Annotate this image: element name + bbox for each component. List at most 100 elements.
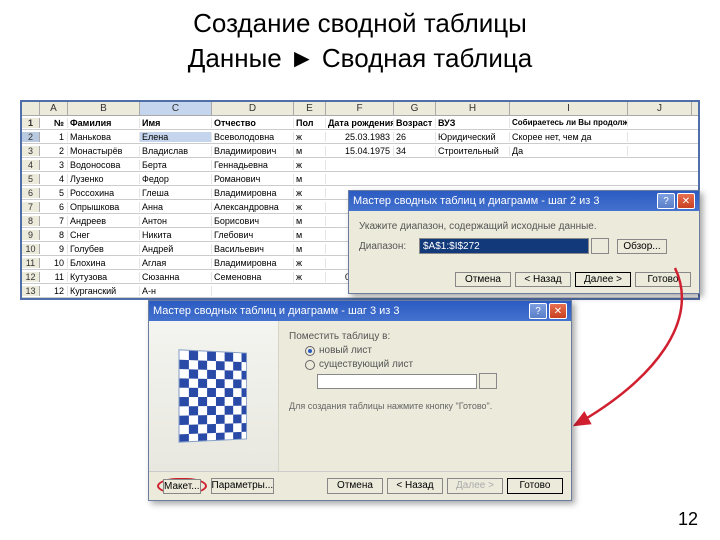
col-header-j[interactable]: J (628, 102, 692, 115)
cell[interactable]: Монастырёв (68, 146, 140, 156)
title-bar[interactable]: Мастер сводных таблиц и диаграмм - шаг 3… (149, 301, 571, 321)
finish-button[interactable]: Готово (635, 272, 691, 287)
row-number[interactable]: 6 (22, 188, 40, 198)
cell[interactable]: Романович (212, 174, 294, 184)
cell[interactable]: м (294, 216, 326, 226)
layout-button[interactable]: Макет... (163, 479, 201, 494)
title-bar[interactable]: Мастер сводных таблиц и диаграмм - шаг 2… (349, 191, 699, 211)
col-header-h[interactable]: H (436, 102, 510, 115)
cell[interactable]: Анна (140, 202, 212, 212)
cancel-button[interactable]: Отмена (327, 478, 383, 494)
row-number[interactable]: 7 (22, 202, 40, 212)
cell[interactable]: Всеволодовна (212, 132, 294, 142)
cell[interactable]: 8 (40, 230, 68, 240)
cell[interactable]: Манькова (68, 132, 140, 142)
next-button[interactable]: Далее > (575, 272, 631, 287)
cell[interactable]: ж (294, 132, 326, 142)
cell[interactable]: 1 (40, 132, 68, 142)
cell[interactable]: Снег (68, 230, 140, 240)
cell[interactable]: 6 (40, 202, 68, 212)
close-icon[interactable]: ✕ (549, 303, 567, 319)
cell[interactable]: Курганский (68, 286, 140, 296)
col-header-i[interactable]: I (510, 102, 628, 115)
col-header-c[interactable]: C (140, 102, 212, 115)
cell[interactable]: А-н (140, 286, 212, 296)
cell[interactable]: Сюзанна (140, 272, 212, 282)
row-number[interactable]: 12 (22, 272, 40, 282)
row-number[interactable]: 4 (22, 160, 40, 170)
cell[interactable]: Россохина (68, 188, 140, 198)
back-button[interactable]: < Назад (515, 272, 571, 287)
col-header-f[interactable]: F (326, 102, 394, 115)
cell[interactable]: Александровна (212, 202, 294, 212)
cell[interactable]: Андрей (140, 244, 212, 254)
cell[interactable]: Глебович (212, 230, 294, 240)
cell[interactable]: 3 (40, 160, 68, 170)
cell[interactable]: Борисович (212, 216, 294, 226)
cell[interactable]: 34 (394, 146, 436, 156)
cell[interactable]: Антон (140, 216, 212, 226)
col-header-g[interactable]: G (394, 102, 436, 115)
row-number[interactable]: 8 (22, 216, 40, 226)
cell[interactable]: 7 (40, 216, 68, 226)
cell[interactable]: Геннадьевна (212, 160, 294, 170)
cell[interactable]: Владимировна (212, 258, 294, 268)
cell[interactable]: Голубев (68, 244, 140, 254)
cell[interactable]: Строительный (436, 146, 510, 156)
range-selector-icon[interactable] (591, 238, 609, 254)
cell[interactable]: Никита (140, 230, 212, 240)
col-header-b[interactable]: B (68, 102, 140, 115)
range-input[interactable] (419, 238, 589, 254)
cell[interactable]: ж (294, 160, 326, 170)
cell[interactable]: Водоносова (68, 160, 140, 170)
cell[interactable]: Блохина (68, 258, 140, 268)
cell[interactable]: Владимирович (212, 146, 294, 156)
help-icon[interactable]: ? (529, 303, 547, 319)
cell[interactable]: Глеша (140, 188, 212, 198)
cell[interactable]: Скорее нет, чем да (510, 132, 628, 142)
cell[interactable]: Владимировна (212, 188, 294, 198)
cell[interactable]: Андреев (68, 216, 140, 226)
cell[interactable]: Елена (140, 132, 212, 142)
cell[interactable]: м (294, 146, 326, 156)
row-number[interactable]: 10 (22, 244, 40, 254)
cell[interactable]: 9 (40, 244, 68, 254)
cell[interactable]: ж (294, 202, 326, 212)
cell[interactable]: 11 (40, 272, 68, 282)
help-icon[interactable]: ? (657, 193, 675, 209)
row-number[interactable]: 1 (22, 118, 40, 128)
row-number[interactable]: 3 (22, 146, 40, 156)
cell[interactable]: 5 (40, 188, 68, 198)
cell[interactable]: Опрышкова (68, 202, 140, 212)
location-input[interactable] (317, 374, 477, 389)
radio-new-sheet[interactable]: новый лист (305, 345, 561, 356)
cell[interactable]: 2 (40, 146, 68, 156)
cell[interactable]: Кутузова (68, 272, 140, 282)
cell[interactable]: 15.04.1975 (326, 146, 394, 156)
cell[interactable]: 4 (40, 174, 68, 184)
cell[interactable]: Аглая (140, 258, 212, 268)
cell[interactable]: Лузенко (68, 174, 140, 184)
cell[interactable]: 26 (394, 132, 436, 142)
cell[interactable]: Юридический (436, 132, 510, 142)
cell[interactable]: Да (510, 146, 628, 156)
cell[interactable]: 12 (40, 286, 68, 296)
row-number[interactable]: 11 (22, 258, 40, 268)
select-all-corner[interactable] (22, 102, 40, 115)
cell[interactable]: Васильевич (212, 244, 294, 254)
close-icon[interactable]: ✕ (677, 193, 695, 209)
cell[interactable]: 10 (40, 258, 68, 268)
row-number[interactable]: 9 (22, 230, 40, 240)
finish-button[interactable]: Готово (507, 478, 563, 494)
back-button[interactable]: < Назад (387, 478, 443, 494)
cell[interactable]: Семеновна (212, 272, 294, 282)
radio-existing-sheet[interactable]: существующий лист (305, 359, 561, 370)
cell[interactable]: м (294, 230, 326, 240)
cell[interactable]: м (294, 174, 326, 184)
row-number[interactable]: 5 (22, 174, 40, 184)
browse-button[interactable]: Обзор... (617, 239, 667, 254)
cell[interactable]: Берта (140, 160, 212, 170)
cell[interactable]: ж (294, 272, 326, 282)
col-header-a[interactable]: A (40, 102, 68, 115)
cell[interactable]: м (294, 244, 326, 254)
